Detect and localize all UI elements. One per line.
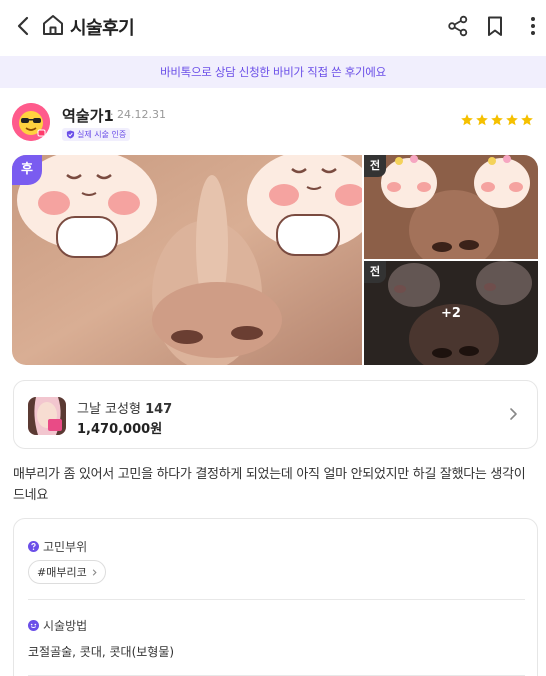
more-options-icon[interactable]	[521, 14, 545, 38]
sunglasses-face-icon	[12, 103, 50, 141]
product-review-count: 147	[145, 402, 173, 417]
after-badge: 후	[12, 155, 42, 185]
smile-circle-icon	[28, 620, 39, 631]
procedure-label: 시술방법	[43, 619, 88, 633]
procedure-section-header: 시술방법	[28, 617, 87, 634]
chevron-right-icon	[92, 568, 97, 576]
avatar[interactable]	[12, 103, 50, 141]
review-date: · 24.12.31	[110, 108, 166, 121]
top-app-bar: 시술후기	[0, 0, 546, 54]
home-icon[interactable]	[40, 12, 66, 38]
more-photos-count: +2	[441, 305, 461, 321]
before-photo-1[interactable]: 전	[364, 155, 538, 270]
concern-label: 고민부위	[43, 540, 88, 554]
star-icon	[476, 114, 488, 126]
nose-photo-image	[12, 155, 377, 365]
share-icon[interactable]	[446, 14, 470, 38]
review-author: 역술가1 · 24.12.31 실제 시술 인증	[12, 101, 534, 145]
chevron-right-icon	[510, 408, 517, 420]
product-thumbnail	[28, 397, 66, 435]
concern-section-header: 고민부위	[28, 538, 87, 555]
product-title: 그날 코성형	[77, 402, 141, 417]
verified-badge: 실제 시술 인증	[62, 128, 131, 141]
shield-check-icon	[66, 130, 75, 139]
procedure-value: 코절골술, 콧대, 콧대(보형물)	[28, 645, 175, 659]
product-name: 그날 코성형 147	[77, 398, 172, 417]
product-price: 1,470,000원	[77, 422, 163, 437]
bookmark-icon[interactable]	[483, 14, 507, 38]
product-thumbnail-image	[28, 397, 66, 435]
after-photo[interactable]: 후	[12, 155, 377, 365]
star-icon	[506, 114, 518, 126]
page-title: 시술후기	[70, 18, 135, 39]
procedure-details-card: 고민부위 #매부리코 시술방법 코절골술, 콧대, 콧대(보형물)	[13, 518, 538, 676]
photo-gallery: 후 전 전 +2	[12, 155, 538, 365]
back-arrow-icon[interactable]	[12, 14, 36, 38]
star-icon	[461, 114, 473, 126]
before-photo-2[interactable]: 전 +2	[364, 261, 538, 365]
nose-photo-image	[364, 155, 538, 270]
concern-tag[interactable]: #매부리코	[28, 560, 106, 584]
star-icon	[491, 114, 503, 126]
star-icon	[521, 114, 533, 126]
concern-tag-label: #매부리코	[37, 566, 87, 579]
section-divider	[28, 599, 525, 600]
star-rating	[460, 113, 534, 127]
question-circle-icon	[28, 541, 39, 552]
before-badge: 전	[364, 155, 386, 177]
procedure-product-card[interactable]: 그날 코성형 147 1,470,000원	[13, 380, 538, 449]
verified-label: 실제 시술 인증	[77, 130, 127, 139]
consult-review-banner: 바비톡으로 상담 신청한 바비가 직접 쓴 후기에요	[0, 56, 546, 88]
author-name: 역술가1	[62, 107, 114, 125]
review-body: 매부리가 좀 있어서 고민을 하다가 결정하게 되었는데 아직 얼마 안되었지만…	[13, 467, 526, 503]
